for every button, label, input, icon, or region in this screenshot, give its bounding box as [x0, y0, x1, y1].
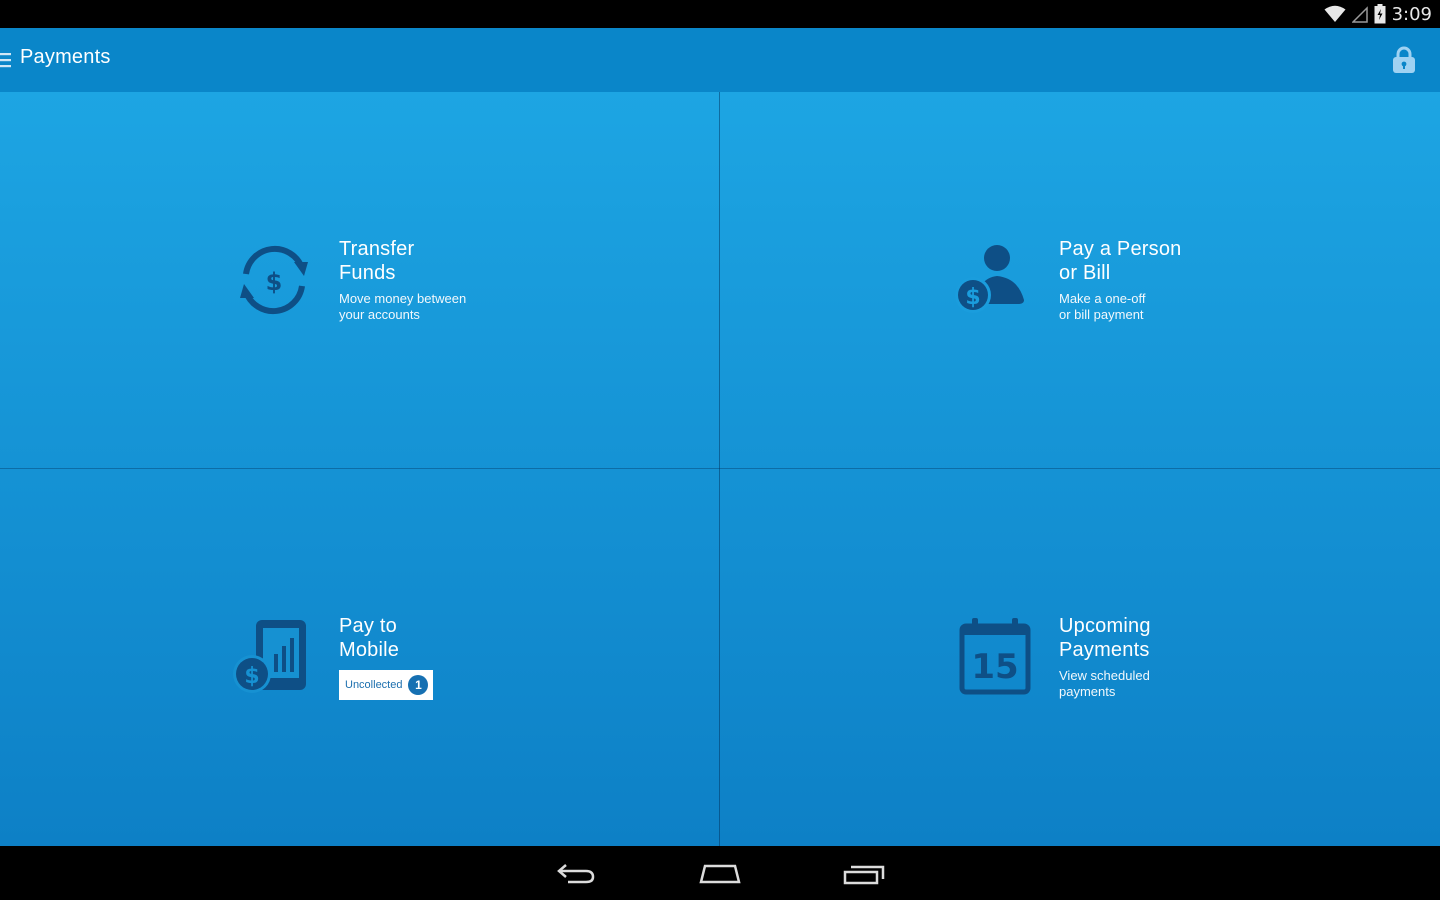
tile-title: Pay a Person or Bill	[1059, 237, 1279, 285]
back-icon	[557, 864, 595, 884]
transfer-funds-icon: $	[240, 245, 308, 315]
home-button[interactable]	[692, 856, 748, 890]
badge-label: Uncollected	[345, 679, 403, 691]
tile-title: Transfer Funds	[339, 237, 559, 285]
tile-description-line: View scheduled	[1059, 668, 1150, 683]
tile-title-line: Pay to	[339, 615, 397, 637]
tile-title-line: Mobile	[339, 639, 400, 661]
pay-to-mobile-icon: $	[233, 620, 306, 693]
tile-upcoming-payments[interactable]: 15 Upcoming Payments View scheduled paym…	[720, 469, 1439, 845]
tile-text: Pay to Mobile Uncollected 1	[339, 614, 559, 700]
tile-title-line: or Bill	[1059, 262, 1111, 284]
tile-pay-to-mobile[interactable]: $ Pay to Mobile Uncollected 1	[0, 469, 719, 845]
home-icon	[699, 864, 741, 884]
tile-description: Move money between your accounts	[339, 291, 539, 323]
tile-pay-person-or-bill[interactable]: $ Pay a Person or Bill Make a one-off or…	[720, 92, 1439, 468]
badge-count: 1	[408, 675, 429, 695]
signal-icon	[1351, 6, 1368, 23]
tile-description: View scheduled payments	[1059, 668, 1259, 700]
tile-title: Upcoming Payments	[1059, 614, 1279, 662]
status-bar: 3:09	[0, 0, 1440, 28]
uncollected-badge[interactable]: Uncollected 1	[339, 670, 434, 700]
page-title[interactable]: Payments	[20, 46, 111, 69]
tile-text: Upcoming Payments View scheduled payment…	[1059, 614, 1279, 700]
status-icons: 3:09	[1324, 3, 1432, 25]
tile-title: Pay to Mobile	[339, 614, 559, 662]
svg-text:$: $	[266, 268, 283, 296]
calendar-day: 15	[971, 647, 1018, 687]
clock: 3:09	[1391, 3, 1432, 25]
system-nav-bar	[0, 846, 1440, 900]
hamburger-menu-icon[interactable]	[0, 52, 12, 68]
tile-title-line: Upcoming	[1059, 615, 1151, 637]
app-bar: Payments	[0, 28, 1440, 92]
calendar-icon: 15	[959, 618, 1031, 695]
tile-text: Transfer Funds Move money between your a…	[339, 237, 559, 323]
svg-text:$: $	[244, 664, 259, 689]
tile-description-line: your accounts	[339, 307, 420, 322]
svg-text:$: $	[965, 285, 980, 310]
tile-transfer-funds[interactable]: $ Transfer Funds Move money between your…	[0, 92, 719, 468]
tile-description-line: Make a one-off	[1059, 291, 1146, 306]
tile-title-line: Pay a Person	[1059, 238, 1182, 260]
lock-icon[interactable]	[1392, 46, 1416, 74]
recents-button[interactable]	[836, 856, 892, 890]
tile-description-line: or bill payment	[1059, 307, 1144, 322]
tile-title-line: Transfer	[339, 238, 415, 260]
tile-description: Make a one-off or bill payment	[1059, 291, 1259, 323]
wifi-icon	[1324, 5, 1346, 22]
tile-title-line: Payments	[1059, 639, 1150, 661]
back-button[interactable]	[548, 856, 604, 890]
tile-text: Pay a Person or Bill Make a one-off or b…	[1059, 237, 1279, 323]
tile-description-line: Move money between	[339, 291, 467, 306]
tile-description-line: payments	[1059, 684, 1116, 699]
recents-icon	[843, 865, 885, 885]
payments-grid: $ Transfer Funds Move money between your…	[0, 92, 1440, 846]
pay-person-icon: $	[955, 245, 1024, 313]
tile-title-line: Funds	[339, 262, 396, 284]
battery-icon	[1374, 4, 1386, 24]
